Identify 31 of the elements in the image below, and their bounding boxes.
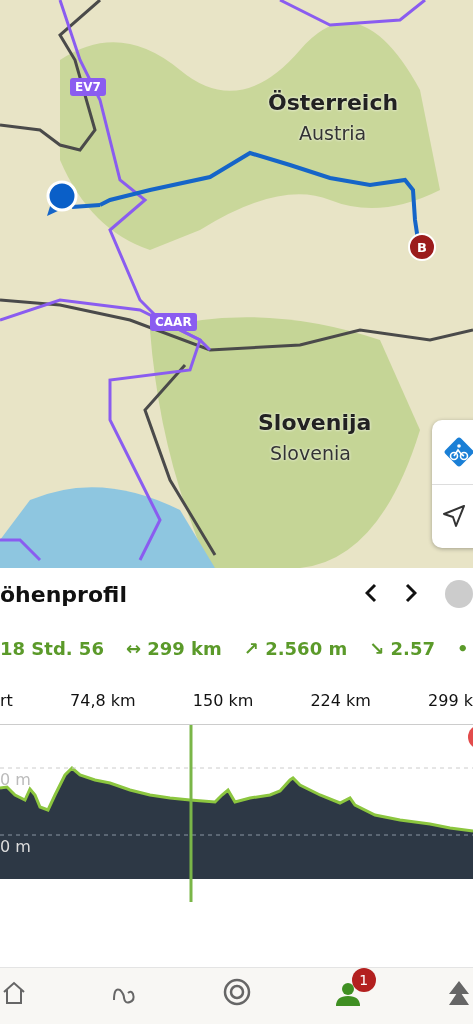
stat-value: ↗ 2.560 m — [243, 637, 348, 659]
distance-label: 299 k — [428, 691, 473, 710]
nav-tab[interactable]: 1 — [319, 968, 376, 1010]
country-translation: Slovenia — [270, 442, 351, 464]
country-name: Österreich — [268, 90, 399, 115]
distance-label: 74,8 km — [70, 691, 136, 710]
distance-label: 224 km — [310, 691, 371, 710]
panel-title: öhenprofil — [0, 581, 128, 607]
stat-value: 18 Std. 56 — [0, 637, 104, 659]
home-icon[interactable] — [1, 980, 27, 1006]
route-badge: CAAR — [150, 313, 197, 331]
mountain-icon[interactable] — [448, 980, 470, 1006]
elevation-label: 0 m — [0, 770, 31, 789]
position-marker[interactable] — [189, 725, 193, 902]
distance-label: 150 km — [192, 691, 254, 710]
target-icon[interactable] — [222, 978, 251, 1006]
person-icon[interactable] — [334, 982, 361, 1006]
distance-label: rt — [0, 691, 13, 710]
stat-value: ↔ 299 km — [125, 637, 222, 659]
warning-marker[interactable] — [468, 725, 473, 749]
route-badge: EV7 — [70, 78, 106, 96]
stat-value: • — [456, 637, 469, 659]
country-translation: Austria — [299, 122, 367, 144]
end-marker[interactable]: B — [408, 233, 436, 261]
chevron-right-icon — [405, 583, 417, 603]
notification-badge: 1 — [351, 968, 376, 992]
stat-value: ↘ 2.57 — [369, 637, 435, 659]
elevation-label: 0 m — [0, 837, 31, 856]
country-name: Slovenija — [258, 410, 372, 435]
chevron-left-icon — [365, 583, 377, 603]
navigation-arrow-icon[interactable] — [442, 504, 466, 529]
